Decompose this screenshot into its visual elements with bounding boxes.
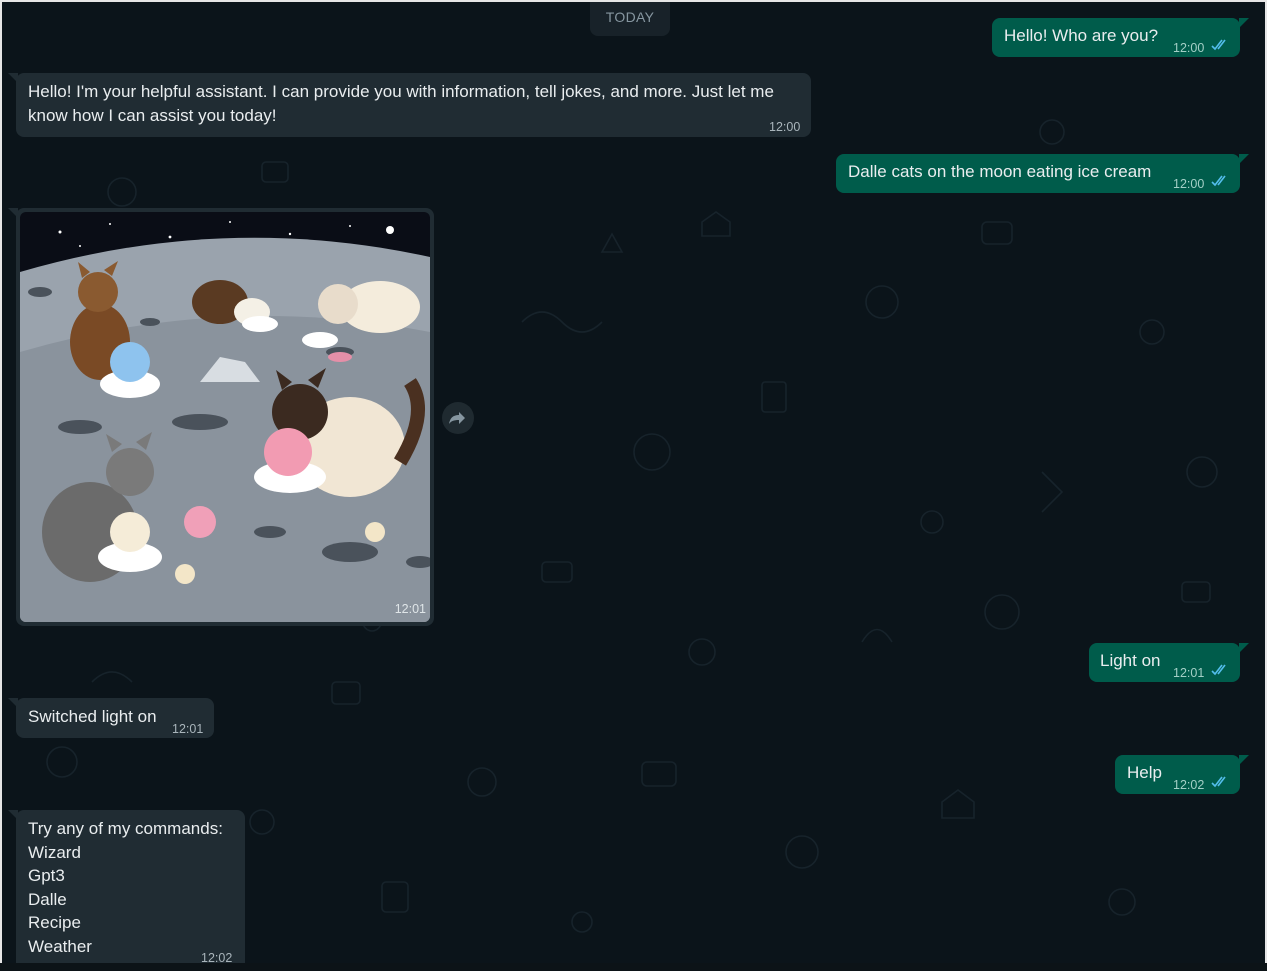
forward-icon — [449, 412, 465, 424]
image-message[interactable]: 12:01 — [8, 208, 434, 626]
bubble-tail — [1239, 18, 1249, 28]
generated-image[interactable] — [20, 212, 430, 622]
incoming-message[interactable]: Try any of my commands: Wizard Gpt3 Dall… — [8, 810, 245, 965]
double-check-icon — [1211, 175, 1226, 187]
message-text: Try any of my commands: Wizard Gpt3 Dall… — [28, 819, 223, 956]
outgoing-message[interactable]: Light on 12:01 — [1089, 643, 1249, 682]
bubble-tail — [1239, 154, 1249, 164]
bubble-tail — [8, 73, 18, 83]
bubble-tail — [1239, 643, 1249, 653]
message-time: 12:01 — [172, 722, 204, 736]
bubble-tail — [1239, 755, 1249, 765]
message-time: 12:01 — [1173, 666, 1205, 680]
outgoing-message[interactable]: Dalle cats on the moon eating ice cream … — [836, 154, 1249, 193]
message-time: 12:02 — [201, 951, 233, 965]
double-check-icon — [1211, 664, 1226, 676]
incoming-message[interactable]: Hello! I'm your helpful assistant. I can… — [8, 73, 811, 137]
message-time: 12:01 — [394, 602, 426, 616]
forward-button[interactable] — [442, 402, 474, 434]
outgoing-message[interactable]: Hello! Who are you? 12:00 — [992, 18, 1249, 57]
message-time: 12:00 — [1173, 41, 1205, 55]
bubble-tail — [8, 810, 18, 820]
double-check-icon — [1211, 776, 1226, 788]
incoming-message[interactable]: Switched light on 12:01 — [8, 698, 214, 738]
message-time: 12:02 — [1173, 778, 1205, 792]
bubble-tail — [8, 698, 18, 708]
message-text: Hello! I'm your helpful assistant. I can… — [28, 82, 774, 125]
message-text: Switched light on — [28, 707, 157, 726]
message-text: Help — [1127, 763, 1162, 782]
outgoing-message[interactable]: Help 12:02 — [1115, 755, 1249, 794]
bubble-tail — [8, 208, 18, 218]
message-time: 12:00 — [769, 120, 801, 134]
double-check-icon — [1211, 39, 1226, 51]
message-text: Light on — [1100, 651, 1161, 670]
date-divider: TODAY — [590, 2, 670, 36]
message-time: 12:00 — [1173, 177, 1205, 191]
message-text: Dalle cats on the moon eating ice cream — [848, 162, 1152, 181]
message-text: Hello! Who are you? — [1004, 26, 1159, 45]
